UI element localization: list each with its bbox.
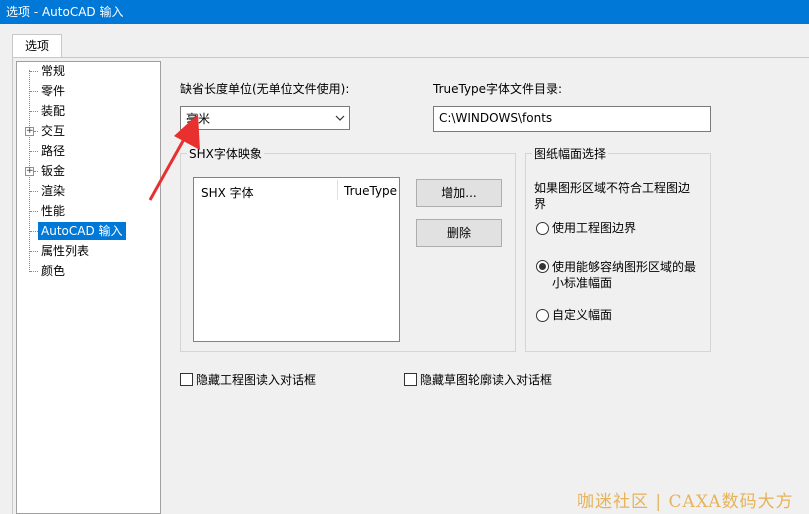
tree-item-assembly[interactable]: 装配 xyxy=(38,102,68,120)
checkbox-label-hide-sketch-import[interactable]: 隐藏草图轮廓读入对话框 xyxy=(420,371,552,388)
tree-connector xyxy=(30,211,38,212)
window-title: 选项 - AutoCAD 输入 xyxy=(0,0,809,24)
list-header: SHX 字体 TrueType xyxy=(194,178,399,204)
radio-custom-size[interactable] xyxy=(536,309,549,322)
radio-use-drawing-border[interactable] xyxy=(536,222,549,235)
truetype-dir-value: C:\WINDOWS\fonts xyxy=(439,111,553,125)
add-button[interactable]: 增加... xyxy=(416,179,502,207)
checkbox-hide-sketch-import[interactable] xyxy=(404,373,417,386)
paper-size-prompt-line1: 如果图形区域不符合工程图边 xyxy=(534,181,691,195)
truetype-dir-label: TrueType字体文件目录: xyxy=(433,82,563,96)
column-header-shx[interactable]: SHX 字体 xyxy=(201,184,254,201)
tab-options[interactable]: 选项 xyxy=(12,34,62,58)
truetype-dir-input[interactable]: C:\WINDOWS\fonts xyxy=(433,106,711,132)
tree-item-part[interactable]: 零件 xyxy=(38,82,68,100)
tree-connector xyxy=(30,111,38,112)
tree-item-render[interactable]: 渲染 xyxy=(38,182,68,200)
expand-plus-icon[interactable]: + xyxy=(25,167,34,176)
column-divider[interactable] xyxy=(337,180,338,200)
annotation-arrow-icon xyxy=(148,114,200,201)
tree-item-sheet-metal[interactable]: 钣金 xyxy=(38,162,68,180)
watermark: 咖迷社区 | CAXA数码大方 xyxy=(577,492,794,512)
checkbox-hide-drawing-import[interactable] xyxy=(180,373,193,386)
tree-item-performance[interactable]: 性能 xyxy=(38,202,68,220)
tree-connector xyxy=(30,91,38,92)
shx-mapping-list[interactable]: SHX 字体 TrueType xyxy=(193,177,400,342)
tree-connector xyxy=(30,191,38,192)
paper-size-prompt-line2: 界 xyxy=(534,197,547,211)
tree-item-property-list[interactable]: 属性列表 xyxy=(38,242,92,260)
tree-item-interaction[interactable]: 交互 xyxy=(38,122,68,140)
tree-item-autocad-import[interactable]: AutoCAD 输入 xyxy=(38,222,126,240)
radio-min-standard-size[interactable] xyxy=(536,260,549,273)
tree-connector xyxy=(30,151,38,152)
checkbox-label-hide-drawing-import[interactable]: 隐藏工程图读入对话框 xyxy=(196,371,316,388)
radio-label-min-standard-size-line1[interactable]: 使用能够容纳图形区域的最 xyxy=(552,258,696,275)
tree-connector xyxy=(30,271,38,272)
length-unit-select[interactable]: 毫米 xyxy=(180,106,350,130)
tree-connector xyxy=(30,71,38,72)
tree-connector xyxy=(30,231,38,232)
radio-label-use-drawing-border[interactable]: 使用工程图边界 xyxy=(552,219,636,236)
delete-button[interactable]: 删除 xyxy=(416,219,502,247)
radio-label-min-standard-size-line2[interactable]: 小标准幅面 xyxy=(552,274,612,291)
tree-item-path[interactable]: 路径 xyxy=(38,142,68,160)
chevron-down-icon xyxy=(335,115,345,121)
radio-selected-dot xyxy=(539,263,546,270)
radio-label-custom-size[interactable]: 自定义幅面 xyxy=(552,306,612,323)
tree-item-color[interactable]: 颜色 xyxy=(38,262,68,280)
column-header-truetype[interactable]: TrueType xyxy=(344,184,397,198)
length-unit-label: 缺省长度单位(无单位文件使用): xyxy=(180,82,350,96)
paper-size-title: 图纸幅面选择 xyxy=(532,145,609,162)
tree-connector xyxy=(30,251,38,252)
tree-item-general[interactable]: 常规 xyxy=(38,62,68,80)
expand-plus-icon[interactable]: + xyxy=(25,127,34,136)
